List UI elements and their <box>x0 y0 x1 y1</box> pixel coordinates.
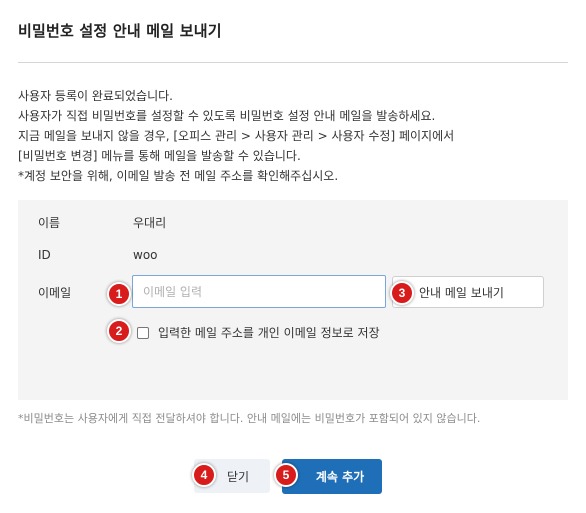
user-info-panel: 이름 우대리 ID woo 이메일 안내 메일 보내기 입력한 메일 주소를 개… <box>18 200 568 400</box>
save-email-checkbox[interactable] <box>137 326 149 339</box>
id-value: woo <box>133 248 158 262</box>
marker-badge-1: 1 <box>107 282 131 306</box>
password-footnote: *비밀번호는 사용자에게 직접 전달하셔야 합니다. 안내 메일에는 비밀번호가… <box>18 412 481 425</box>
description: 사용자 등록이 완료되었습니다. 사용자가 직접 비밀번호를 설정할 수 있도록… <box>18 86 454 186</box>
email-label: 이메일 <box>38 286 72 300</box>
description-line: *계정 보안을 위해, 이메일 발송 전 메일 주소를 확인해주십시오. <box>18 169 339 183</box>
marker-badge-5: 5 <box>274 463 298 487</box>
description-line: [비밀번호 변경] 메뉴를 통해 메일을 발송할 수 있습니다. <box>18 149 301 163</box>
description-line: 사용자가 직접 비밀번호를 설정할 수 있도록 비밀번호 설정 안내 메일을 발… <box>18 109 436 123</box>
description-line: 사용자 등록이 완료되었습니다. <box>18 89 173 103</box>
marker-badge-3: 3 <box>390 281 414 305</box>
id-label: ID <box>38 248 51 262</box>
marker-badge-4: 4 <box>192 463 216 487</box>
name-label: 이름 <box>38 216 61 230</box>
marker-badge-2: 2 <box>107 319 131 343</box>
dialog-title: 비밀번호 설정 안내 메일 보내기 <box>18 22 222 40</box>
name-value: 우대리 <box>133 216 167 230</box>
send-guide-mail-button[interactable]: 안내 메일 보내기 <box>392 276 544 308</box>
description-line: 지금 메일을 보내지 않을 경우, [오피스 관리 > 사용자 관리 > 사용자… <box>18 129 455 143</box>
save-email-checkbox-label[interactable]: 입력한 메일 주소를 개인 이메일 정보로 저장 <box>158 324 380 341</box>
save-email-option[interactable]: 입력한 메일 주소를 개인 이메일 정보로 저장 <box>137 324 380 341</box>
email-input[interactable] <box>132 275 386 308</box>
title-divider <box>18 62 568 63</box>
